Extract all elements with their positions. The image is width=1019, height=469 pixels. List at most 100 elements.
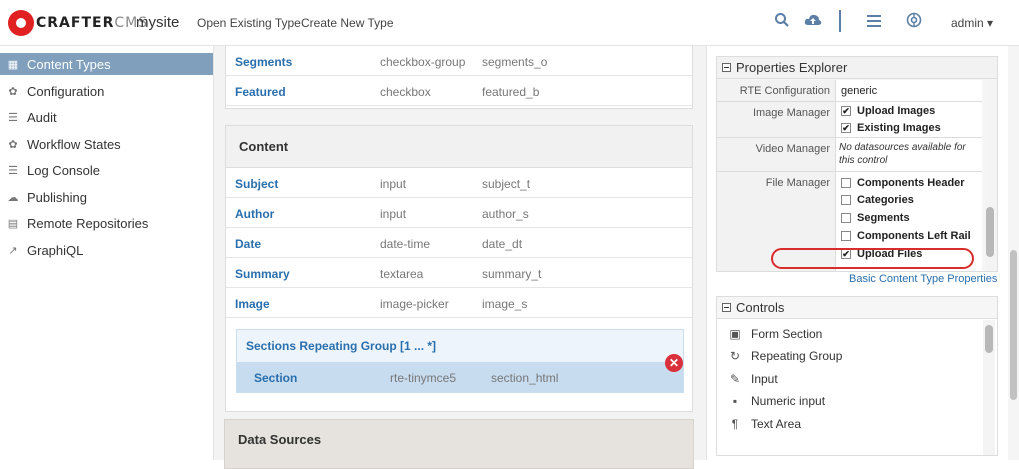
site-name[interactable]: mysite [136, 14, 179, 31]
cloud-upload-icon[interactable] [802, 12, 824, 34]
page-scrollbar-thumb[interactable] [1010, 250, 1017, 400]
checkbox-checked-icon[interactable]: ✔ [841, 123, 851, 133]
sidebar-item-remote-repositories[interactable]: ▤ Remote Repositories [0, 212, 213, 234]
image-manager-options: ✔ Upload Images ✔ Existing Images [835, 102, 982, 137]
control-repeating-group[interactable]: ↻ Repeating Group [727, 349, 842, 363]
search-icon[interactable] [771, 12, 793, 34]
control-label: Repeating Group [751, 349, 843, 363]
checkbox-icon[interactable] [841, 178, 851, 188]
chart-icon: ↗ [8, 244, 18, 257]
sidebar-item-label: GraphiQL [27, 242, 84, 258]
controls-scrollbar-thumb[interactable] [985, 325, 993, 353]
field-type: input [380, 207, 407, 221]
field-name: Image [235, 297, 270, 311]
field-type: input [380, 177, 407, 191]
property-image-manager: Image Manager ✔ Upload Images ✔ Existing I… [717, 102, 982, 138]
option-existing-images[interactable]: ✔ Existing Images [841, 122, 941, 134]
property-label: Video Manager [755, 143, 830, 155]
checkbox-checked-icon[interactable]: ✔ [841, 106, 851, 116]
data-sources-section[interactable]: Data Sources [224, 419, 694, 469]
field-row-subject[interactable]: Subject input subject_t [226, 168, 692, 198]
field-row-featured[interactable]: Featured checkbox featured_b [226, 76, 692, 106]
sidebar-item-log-console[interactable]: ☰ Log Console [0, 159, 213, 181]
option-segments[interactable]: Segments [841, 212, 910, 224]
field-row-image[interactable]: Image image-picker image_s [226, 288, 692, 318]
sidebar-item-content-types[interactable]: ▦ Content Types [0, 53, 213, 75]
sidebar-item-graphiql[interactable]: ↗ GraphiQL [0, 239, 213, 261]
properties-scrollbar-thumb[interactable] [986, 207, 994, 257]
delete-icon[interactable]: ✕ [665, 354, 683, 372]
numeric-icon: ▪ [732, 394, 738, 408]
field-row-section[interactable]: Section rte-tinymce5 section_html [237, 362, 683, 392]
field-id: summary_t [482, 267, 542, 281]
sidebar-item-label: Content Types [27, 56, 111, 72]
upload-files-highlight [771, 248, 974, 269]
checkbox-icon[interactable] [841, 231, 851, 241]
control-label: Input [751, 372, 778, 386]
property-label: RTE Configuration [739, 85, 830, 97]
repeating-group[interactable]: Sections Repeating Group [1 ... *] Secti… [236, 329, 684, 393]
control-input[interactable]: ✎ Input [727, 372, 778, 386]
field-type: checkbox-group [380, 55, 466, 69]
option-label: Segments [857, 212, 910, 224]
sidebar-item-label: Remote Repositories [27, 215, 149, 231]
option-categories[interactable]: Categories [841, 194, 914, 206]
controls-title: Controls [736, 300, 785, 315]
list-icon: ☰ [8, 164, 18, 177]
open-existing-type-link[interactable]: Open Existing Type [197, 16, 301, 30]
field-name: Featured [235, 85, 286, 99]
sidebar-item-workflow-states[interactable]: ✿ Workflow States [0, 133, 213, 155]
properties-explorer: Properties Explorer RTE Configuration ge… [716, 56, 998, 272]
option-label: Existing Images [857, 122, 941, 134]
option-components-left-rail[interactable]: Components Left Rail [841, 230, 971, 242]
menu-icon[interactable] [863, 12, 885, 34]
checkbox-icon[interactable] [841, 195, 851, 205]
field-row-author[interactable]: Author input author_s [226, 198, 692, 228]
sidebar-item-audit[interactable]: ☰ Audit [0, 106, 213, 128]
sidebar: ▦ Content Types ✿ Configuration ☰ Audit … [0, 46, 214, 460]
repeating-group-title: Sections Repeating Group [1 ... *] [246, 339, 437, 353]
basic-content-type-properties-link[interactable]: Basic Content Type Properties [849, 273, 997, 285]
field-name: Summary [235, 267, 290, 281]
edit-icon: ✎ [729, 372, 741, 386]
field-row-segments[interactable]: Segments checkbox-group segments_o [226, 46, 692, 76]
collapse-icon[interactable] [722, 303, 731, 312]
field-type: textarea [380, 267, 424, 281]
field-id: image_s [482, 297, 528, 311]
user-menu[interactable]: admin ▾ [951, 16, 993, 30]
field-id: date_dt [482, 237, 523, 251]
create-new-type-link[interactable]: Create New Type [301, 16, 394, 30]
field-name: Date [235, 237, 262, 251]
globe-icon[interactable] [903, 12, 925, 34]
field-name: Subject [235, 177, 279, 191]
sidebar-item-label: Audit [27, 109, 57, 125]
option-label: Components Header [857, 177, 965, 189]
paragraph-icon: ¶ [731, 417, 739, 431]
checkbox-icon[interactable] [841, 213, 851, 223]
control-numeric-input[interactable]: ▪ Numeric input [727, 394, 825, 408]
rte-configuration-input[interactable]: generic [835, 80, 982, 101]
properties-list: RTE Configuration generic Image Manager … [717, 80, 982, 271]
control-label: Numeric input [751, 394, 826, 408]
sidebar-item-publishing[interactable]: ☁ Publishing [0, 186, 213, 208]
collapse-icon[interactable] [722, 63, 731, 72]
section-title: Content [226, 126, 692, 168]
control-form-section[interactable]: ▣ Form Section [727, 327, 822, 341]
crafter-logo[interactable]: CRAFTERCMS [8, 9, 148, 37]
content-section[interactable]: Content Subject input subject_t Author i… [225, 125, 693, 412]
option-components-header[interactable]: Components Header [841, 177, 965, 189]
controls-header[interactable]: Controls [717, 297, 997, 319]
field-id: featured_b [482, 85, 540, 99]
properties-explorer-header[interactable]: Properties Explorer [717, 57, 997, 79]
option-upload-images[interactable]: ✔ Upload Images [841, 105, 935, 117]
field-row-summary[interactable]: Summary textarea summary_t [226, 258, 692, 288]
option-label: Categories [857, 194, 914, 206]
option-label: Upload Images [857, 105, 936, 117]
control-label: Form Section [751, 327, 823, 341]
field-row-date[interactable]: Date date-time date_dt [226, 228, 692, 258]
property-video-manager: Video Manager No datasources available f… [717, 138, 982, 172]
sidebar-item-label: Configuration [27, 83, 105, 99]
control-text-area[interactable]: ¶ Text Area [727, 417, 801, 431]
cloud-icon: ☁ [7, 191, 19, 204]
sidebar-item-configuration[interactable]: ✿ Configuration [0, 80, 213, 102]
